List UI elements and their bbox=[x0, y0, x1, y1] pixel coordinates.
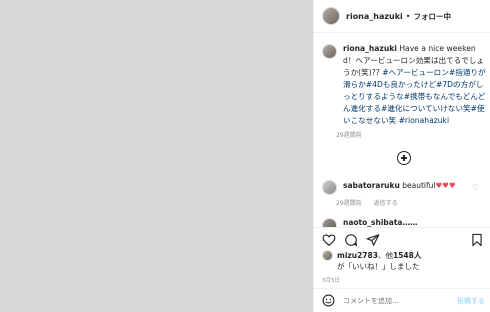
follow-status-button[interactable]: フォロー中 bbox=[414, 11, 452, 22]
post-header: riona_hazuki • フォロー中 bbox=[314, 0, 490, 33]
likes-line: mizu2783、他1548人 bbox=[337, 251, 421, 261]
likes-summary: mizu2783、他1548人 bbox=[322, 250, 421, 261]
comment-meta: 29週間前 返信する bbox=[336, 198, 408, 207]
commenter-avatar-partial[interactable] bbox=[322, 218, 337, 227]
header-separator: • bbox=[405, 11, 411, 21]
action-bar bbox=[314, 227, 490, 247]
commenter-username[interactable]: sabatoraruku bbox=[343, 181, 400, 190]
comment-hearts: ♥♥♥ bbox=[435, 181, 456, 190]
caption-text-block: riona_hazuki Have a nice weekend！ヘアービューロ… bbox=[343, 43, 487, 127]
author-username[interactable]: riona_hazuki bbox=[346, 12, 403, 21]
photo-placeholder bbox=[0, 0, 313, 312]
comment-icon[interactable] bbox=[344, 233, 358, 247]
author-avatar[interactable] bbox=[322, 7, 340, 25]
add-comment-bar: 投稿する bbox=[314, 288, 490, 312]
smile-icon[interactable] bbox=[322, 294, 335, 307]
liker-avatar[interactable] bbox=[322, 250, 333, 261]
comment-reply-link[interactable]: 返信する bbox=[374, 200, 398, 207]
comment-input[interactable] bbox=[343, 296, 453, 305]
post-date[interactable]: 3月5日 bbox=[322, 276, 340, 284]
comment-text: beautiful bbox=[402, 181, 436, 190]
likes-count[interactable]: 1548人 bbox=[393, 251, 421, 260]
post-photo[interactable] bbox=[0, 0, 313, 312]
likes-connector: 、他 bbox=[377, 250, 393, 260]
share-icon[interactable] bbox=[366, 233, 380, 247]
comment-text-block: sabatoraruku beautiful♥♥♥ bbox=[343, 180, 456, 192]
plus-circle-icon[interactable] bbox=[397, 151, 411, 165]
heart-icon[interactable] bbox=[322, 233, 336, 247]
comment-item: sabatoraruku beautiful♥♥♥ bbox=[322, 180, 487, 195]
comment-like-heart-icon[interactable]: ♡ bbox=[472, 183, 479, 192]
post-side-panel: riona_hazuki • フォロー中 riona_hazuki Have a… bbox=[313, 0, 490, 312]
liker-username[interactable]: mizu2783 bbox=[337, 251, 378, 260]
post-caption: riona_hazuki Have a nice weekend！ヘアービューロ… bbox=[322, 43, 487, 127]
caption-username[interactable]: riona_hazuki bbox=[343, 44, 397, 53]
commenter-avatar[interactable] bbox=[322, 180, 337, 195]
commenter-username-partial[interactable]: naoto_shibata…… bbox=[343, 218, 418, 227]
comment-item-partial: naoto_shibata…… bbox=[322, 218, 487, 227]
likes-suffix: が「いいね！」しました bbox=[337, 262, 420, 271]
caption-avatar[interactable] bbox=[322, 44, 337, 59]
comment-timestamp[interactable]: 29週間前 bbox=[336, 200, 362, 207]
caption-timestamp[interactable]: 29週間前 bbox=[336, 130, 362, 139]
bookmark-icon[interactable] bbox=[470, 233, 484, 247]
post-comment-button[interactable]: 投稿する bbox=[457, 296, 485, 306]
